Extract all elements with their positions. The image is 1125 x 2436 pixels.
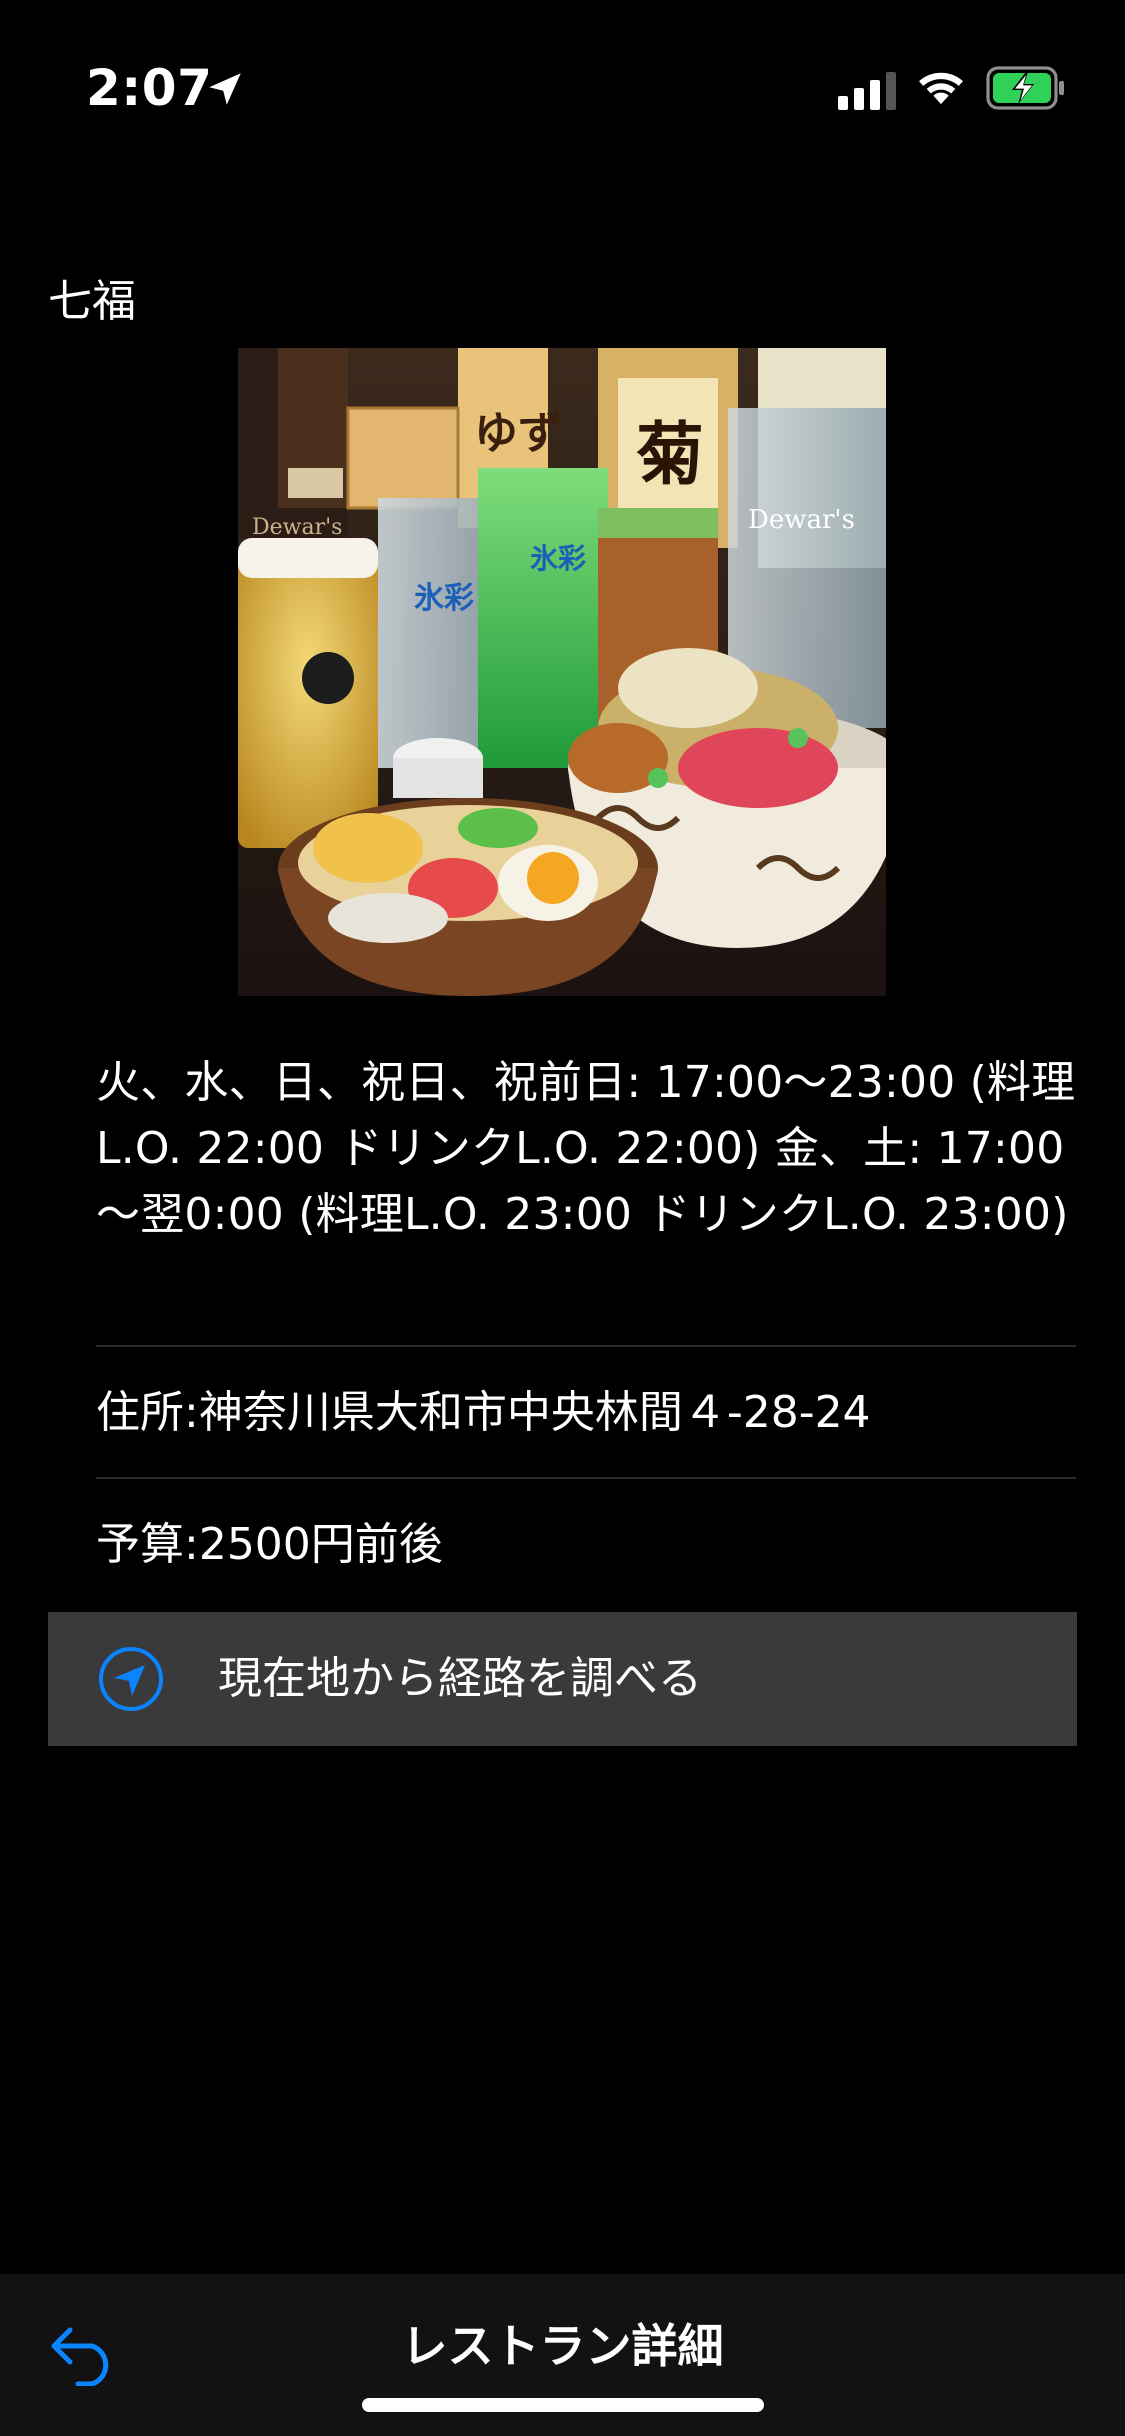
cellular-signal-icon bbox=[838, 72, 896, 110]
home-indicator bbox=[362, 2398, 764, 2412]
divider bbox=[96, 1477, 1076, 1479]
restaurant-photo: Dewar's ゆず 菊 Dewar's 氷彩 氷彩 bbox=[238, 348, 886, 996]
page-title: レストラン詳細 bbox=[401, 2319, 724, 2373]
photo-sign-hyosai-2: 氷彩 bbox=[530, 542, 586, 575]
business-hours: 火、水、日、祝日、祝前日: 17:00～23:00 (料理L.O. 22:00 … bbox=[96, 1057, 1076, 1240]
photo-sign-hyosai-1: 氷彩 bbox=[414, 581, 474, 616]
restaurant-name: 七福 bbox=[48, 276, 136, 327]
divider bbox=[96, 1345, 1076, 1347]
status-bar: 2:07 bbox=[0, 0, 1125, 150]
photo-sign-kiku: 菊 bbox=[636, 416, 704, 495]
battery-charging-icon bbox=[986, 66, 1064, 110]
budget: 予算:2500円前後 bbox=[96, 1519, 443, 1570]
wifi-icon bbox=[919, 72, 963, 105]
location-arrow-icon bbox=[209, 73, 241, 105]
photo-sign-dewars-left: Dewar's bbox=[252, 515, 342, 540]
photo-sign-yuzu: ゆず bbox=[474, 408, 562, 459]
status-time: 2:07 bbox=[86, 59, 213, 117]
address: 住所:神奈川県大和市中央林間４-28-24 bbox=[96, 1387, 871, 1438]
photo-sign-dewars-right: Dewar's bbox=[748, 505, 855, 535]
route-search-label: 現在地から経路を調べる bbox=[218, 1653, 702, 1704]
navigation-arrow-icon bbox=[99, 1647, 163, 1711]
route-search-button[interactable]: 現在地から経路を調べる bbox=[48, 1612, 1077, 1746]
